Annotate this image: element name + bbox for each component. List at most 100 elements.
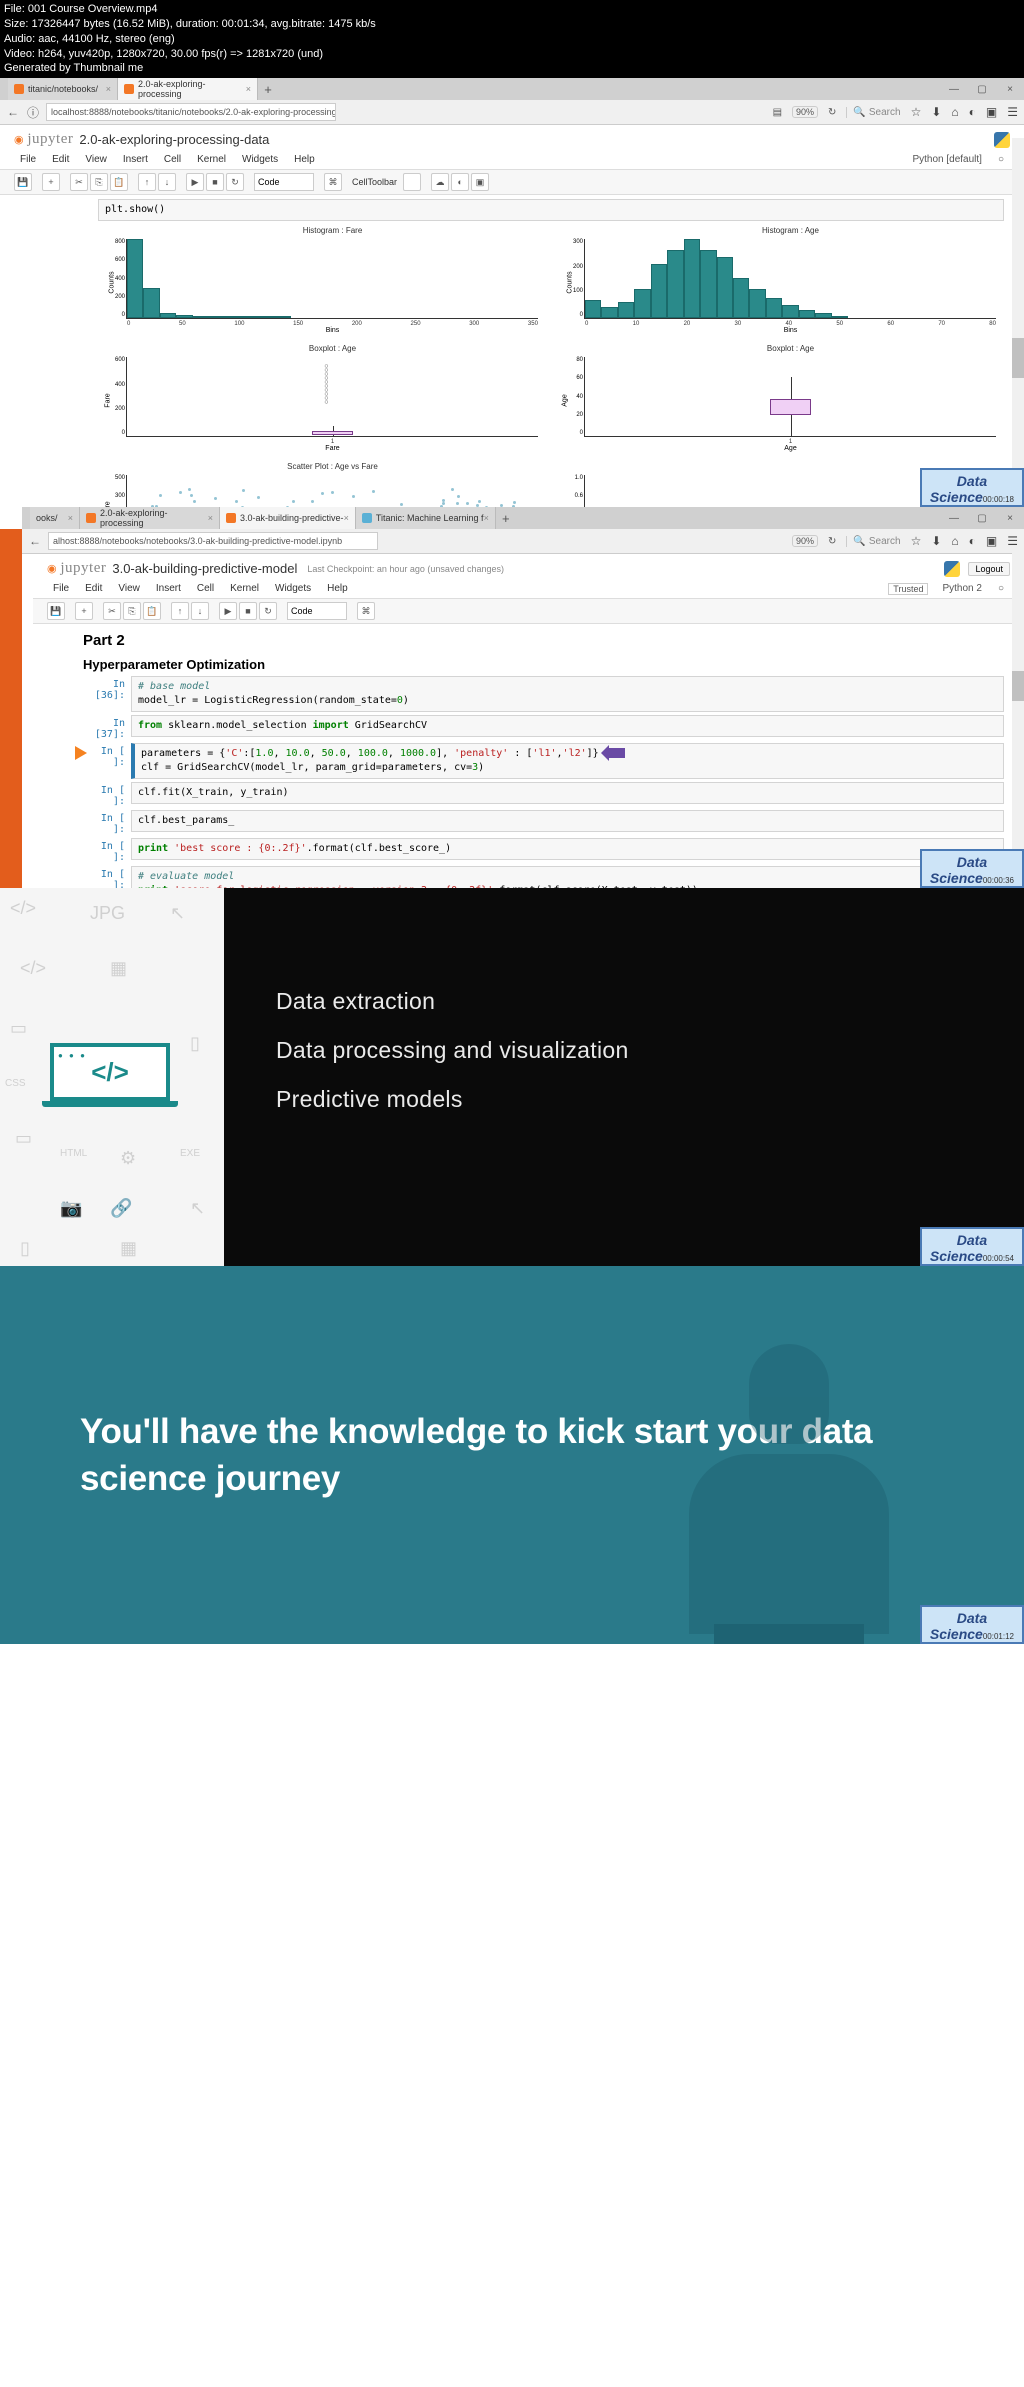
run-icon[interactable]: ▶ [186,173,204,191]
menu-help[interactable]: Help [288,152,321,167]
browser-tab-active[interactable]: 3.0-ak-building-predictive-× [220,507,356,529]
menu-cell[interactable]: Cell [191,581,220,596]
close-icon[interactable]: × [996,78,1024,100]
stop-icon[interactable]: ■ [239,602,257,620]
code-input[interactable]: from sklearn.model_selection import Grid… [131,715,1004,737]
browser-tab[interactable]: ooks/× [30,507,80,529]
search-box[interactable]: 🔍 Search [846,107,900,118]
menu-edit[interactable]: Edit [46,152,75,167]
tb-icon[interactable]: ◐ [451,173,469,191]
menu-view[interactable]: View [79,152,113,167]
info-icon[interactable]: ⓘ [26,104,40,121]
run-icon[interactable]: ▶ [219,602,237,620]
pocket-icon[interactable]: ◐ [969,105,976,119]
menu-view[interactable]: View [112,581,146,596]
menu-icon[interactable]: ☰ [1007,105,1018,119]
save-icon[interactable]: 💾 [14,173,32,191]
shield-icon[interactable]: ▣ [986,105,997,119]
code-cell-input[interactable]: plt.show() [98,199,1004,221]
menu-help[interactable]: Help [321,581,354,596]
jupyter-logo[interactable]: jupyter [47,560,106,577]
menu-icon[interactable]: ☰ [1007,534,1018,548]
bookmark-icon[interactable]: ☆ [911,534,922,548]
save-icon[interactable]: 💾 [47,602,65,620]
stop-icon[interactable]: ■ [206,173,224,191]
menu-edit[interactable]: Edit [79,581,108,596]
code-input[interactable]: print 'best score : {0:.2f}'.format(clf.… [131,838,1004,860]
move-up-icon[interactable]: ↑ [138,173,156,191]
add-cell-icon[interactable]: + [75,602,93,620]
close-icon[interactable]: × [68,513,73,523]
bookmark-icon[interactable]: ☆ [911,105,922,119]
close-icon[interactable]: × [246,84,251,94]
browser-tab[interactable]: Titanic: Machine Learning f× [356,507,496,529]
code-input[interactable]: parameters = {'C':[1.0, 10.0, 50.0, 100.… [131,743,1004,779]
cut-icon[interactable]: ✂ [103,602,121,620]
pocket-icon[interactable]: ◐ [969,534,976,548]
copy-icon[interactable]: ⎘ [90,173,108,191]
close-icon[interactable]: × [344,513,349,523]
reload-icon[interactable]: ↻ [828,107,836,118]
minimize-icon[interactable]: — [940,78,968,100]
cut-icon[interactable]: ✂ [70,173,88,191]
kernel-name[interactable]: Python 2 [936,581,987,596]
restart-icon[interactable]: ↻ [259,602,277,620]
menu-insert[interactable]: Insert [117,152,154,167]
code-cell[interactable]: In [ ]: print 'best score : {0:.2f}'.for… [83,838,1004,863]
code-input[interactable]: clf.fit(X_train, y_train) [131,782,1004,804]
close-icon[interactable]: × [484,513,489,523]
close-icon[interactable]: × [208,513,213,523]
scrollbar[interactable] [1012,138,1024,507]
paste-icon[interactable]: 📋 [110,173,128,191]
scrollbar[interactable] [1012,551,1024,888]
celltype-select[interactable]: Code [287,602,347,620]
browser-tab-active[interactable]: 2.0-ak-exploring-processing× [118,78,258,100]
copy-icon[interactable]: ⎘ [123,602,141,620]
menu-widgets[interactable]: Widgets [269,581,317,596]
move-down-icon[interactable]: ↓ [191,602,209,620]
command-palette-icon[interactable]: ⌘ [357,602,375,620]
restart-icon[interactable]: ↻ [226,173,244,191]
celltype-select[interactable]: Code [254,173,314,191]
maximize-icon[interactable]: ▢ [968,507,996,529]
logout-button[interactable]: Logout [968,562,1010,576]
code-cell[interactable]: In [37]: from sklearn.model_selection im… [83,715,1004,740]
reader-icon[interactable]: ▤ [773,107,782,118]
menu-kernel[interactable]: Kernel [191,152,232,167]
menu-kernel[interactable]: Kernel [224,581,265,596]
menu-cell[interactable]: Cell [158,152,187,167]
scroll-thumb[interactable] [1012,338,1024,378]
close-icon[interactable]: × [106,84,111,94]
home-icon[interactable]: ⌂ [951,534,958,548]
code-cell[interactable]: In [ ]: # evaluate model print 'score fo… [83,866,1004,888]
code-cell[interactable]: In [36]: # base model model_lr = Logisti… [83,676,1004,712]
code-cell[interactable]: In [ ]: clf.fit(X_train, y_train) [83,782,1004,807]
download-icon[interactable]: ⬇ [931,105,941,119]
jupyter-logo[interactable]: jupyter [14,131,73,148]
shield-icon[interactable]: ▣ [986,534,997,548]
new-tab-button[interactable]: + [258,82,278,97]
close-icon[interactable]: × [996,507,1024,529]
move-down-icon[interactable]: ↓ [158,173,176,191]
download-icon[interactable]: ⬇ [931,534,941,548]
menu-file[interactable]: File [47,581,75,596]
browser-tab[interactable]: titanic/notebooks/× [8,78,118,100]
tb-icon[interactable]: ▣ [471,173,489,191]
zoom-level[interactable]: 90% [792,535,818,547]
browser-tab[interactable]: 2.0-ak-exploring-processing× [80,507,220,529]
notebook-title[interactable]: 3.0-ak-building-predictive-model [112,561,297,576]
menu-file[interactable]: File [14,152,42,167]
code-input[interactable]: # evaluate model print 'score for logist… [131,866,1004,888]
back-icon[interactable]: ← [28,534,42,548]
maximize-icon[interactable]: ▢ [968,78,996,100]
minimize-icon[interactable]: — [940,507,968,529]
url-input[interactable]: localhost:8888/notebooks/titanic/noteboo… [46,103,336,121]
tb-icon[interactable]: ☁ [431,173,449,191]
scroll-thumb[interactable] [1012,671,1024,701]
search-box[interactable]: 🔍 Search [846,536,900,547]
home-icon[interactable]: ⌂ [951,105,958,119]
new-tab-button[interactable]: + [496,511,516,526]
celltoolbar-select[interactable] [403,173,421,191]
code-input[interactable]: # base model model_lr = LogisticRegressi… [131,676,1004,712]
add-cell-icon[interactable]: + [42,173,60,191]
